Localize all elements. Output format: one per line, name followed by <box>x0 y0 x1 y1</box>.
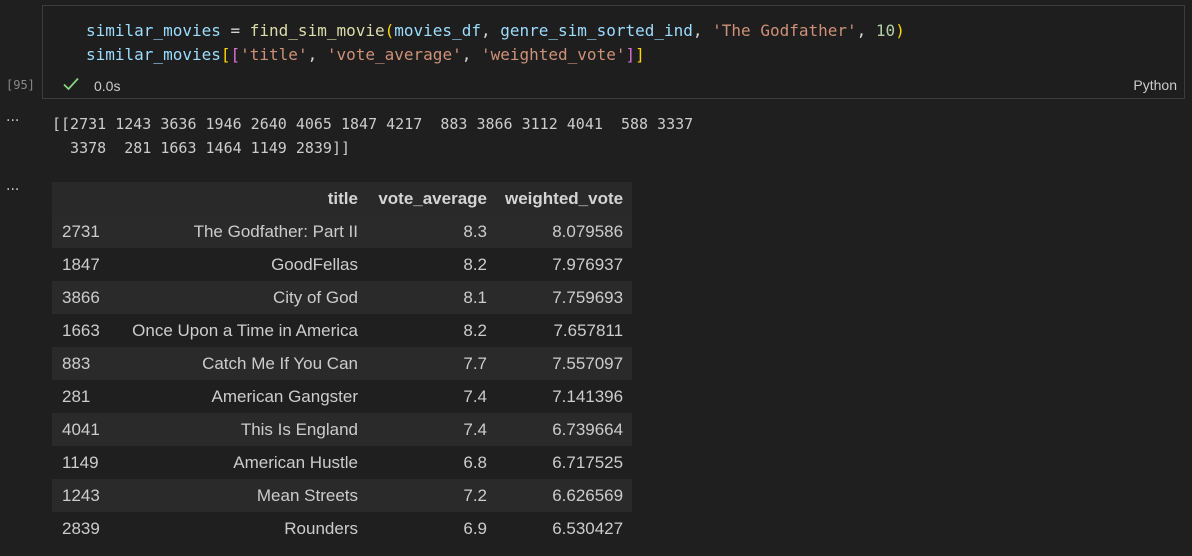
execution-count: [95] <box>6 78 35 92</box>
code-line-2[interactable]: similar_movies[['title', 'vote_average',… <box>86 44 645 66</box>
title-cell: American Gangster <box>211 386 358 406</box>
vote-average-cell: 8.2 <box>463 320 487 340</box>
table-row: 1243 Mean Streets 7.2 6.626569 <box>52 479 633 512</box>
code-token: genre_sim_sorted_ind <box>500 21 693 40</box>
code-token: similar_movies <box>86 21 221 40</box>
row-index: 1847 <box>62 254 100 274</box>
title-cell: GoodFellas <box>271 254 358 274</box>
weighted-vote-cell: 6.626569 <box>552 485 624 505</box>
weighted-vote-cell: 6.717525 <box>552 452 624 472</box>
title-cell: Catch Me If You Can <box>202 353 358 373</box>
row-index: 281 <box>62 386 91 406</box>
table-row: 3866 City of God 8.1 7.759693 <box>52 281 633 314</box>
table-row: 2839 Rounders 6.9 6.530427 <box>52 512 633 545</box>
title-cell: Once Upon a Time in America <box>132 320 358 340</box>
row-index: 4041 <box>62 419 100 439</box>
title-cell: American Hustle <box>233 452 358 472</box>
title-cell: The Godfather: Part II <box>193 221 358 241</box>
code-token: [ <box>230 45 241 64</box>
table-row: 1847 GoodFellas 8.2 7.976937 <box>52 248 633 281</box>
code-token: find_sim_movie <box>249 21 385 40</box>
table-row: 1149 American Hustle 6.8 6.717525 <box>52 446 633 479</box>
code-token: , <box>307 45 327 64</box>
table-row: 4041 This Is England 7.4 6.739664 <box>52 413 633 446</box>
table-row: 1663 Once Upon a Time in America 8.2 7.6578… <box>52 314 633 347</box>
weighted-vote-cell: 7.557097 <box>552 353 624 373</box>
row-index: 1149 <box>62 452 99 472</box>
output-menu-icon[interactable]: ··· <box>6 114 24 128</box>
code-token: 'weighted_vote' <box>480 45 626 64</box>
row-index: 1243 <box>62 485 100 505</box>
table-row: 2731 The Godfather: Part II 8.3 8.079586 <box>52 215 633 248</box>
row-index: 2839 <box>62 518 100 538</box>
code-token: ( <box>384 21 395 40</box>
weighted-vote-cell: 6.739664 <box>552 419 624 439</box>
code-token: 'title' <box>240 45 308 64</box>
column-header: weighted_vote <box>496 182 633 215</box>
output-menu-icon[interactable]: ··· <box>6 183 24 197</box>
code-line-1[interactable]: similar_movies = find_sim_movie(movies_d… <box>86 20 905 42</box>
title-cell: This Is England <box>240 419 358 439</box>
vote-average-cell: 7.7 <box>463 353 487 373</box>
code-token: movies_df <box>394 21 481 40</box>
code-token: , <box>692 21 713 40</box>
title-cell: Rounders <box>284 518 358 538</box>
code-token: , <box>480 21 501 40</box>
weighted-vote-cell: 7.976937 <box>552 254 624 274</box>
code-token: [ <box>220 45 231 64</box>
table-row: 281 American Gangster 7.4 7.141396 <box>52 380 633 413</box>
title-cell: Mean Streets <box>256 485 358 505</box>
weighted-vote-cell: 6.530427 <box>552 518 624 538</box>
column-header <box>52 182 118 215</box>
check-icon <box>63 77 79 91</box>
code-token: ] <box>635 45 645 64</box>
vote-average-cell: 6.9 <box>463 518 487 538</box>
title-cell: City of God <box>272 287 358 307</box>
code-token: similar_movies <box>86 45 221 64</box>
vote-average-cell: 7.2 <box>463 485 487 505</box>
vote-average-cell: 8.3 <box>463 221 487 241</box>
table-header-row: title vote_average weighted_vote <box>52 182 633 215</box>
language-picker[interactable]: Python <box>1133 77 1177 93</box>
code-token: ) <box>895 21 905 40</box>
weighted-vote-cell: 8.079586 <box>552 221 624 241</box>
vote-average-cell: 6.8 <box>463 452 487 472</box>
code-cell[interactable]: similar_movies = find_sim_movie(movies_d… <box>42 5 1185 99</box>
weighted-vote-cell: 7.657811 <box>553 320 624 340</box>
code-token: ] <box>625 45 636 64</box>
vote-average-cell: 8.2 <box>463 254 487 274</box>
code-token: 'The Godfather' <box>712 21 857 40</box>
stream-output: [[2731 1243 3636 1946 2640 4065 1847 421… <box>52 115 694 157</box>
execution-duration: 0.0s <box>94 78 121 94</box>
code-token: 'vote_average' <box>326 45 462 64</box>
code-token: 10 <box>875 21 896 40</box>
row-index: 2731 <box>62 221 100 241</box>
dataframe-table: title vote_average weighted_vote 2731 The… <box>52 182 633 545</box>
row-index: 3866 <box>62 287 100 307</box>
code-token: = <box>220 21 250 40</box>
column-header: vote_average <box>367 182 496 215</box>
table-body: 2731 The Godfather: Part II 8.3 8.079586 184… <box>52 215 633 545</box>
row-index: 1663 <box>62 320 100 340</box>
column-header: title <box>118 182 367 215</box>
vote-average-cell: 7.4 <box>463 419 487 439</box>
weighted-vote-cell: 7.759693 <box>552 287 624 307</box>
code-token: , <box>461 45 481 64</box>
code-token: , <box>856 21 876 40</box>
vote-average-cell: 7.4 <box>463 386 487 406</box>
weighted-vote-cell: 7.141396 <box>552 386 624 406</box>
vote-average-cell: 8.1 <box>463 287 487 307</box>
row-index: 883 <box>62 353 91 373</box>
table-row: 883 Catch Me If You Can 7.7 7.557097 <box>52 347 633 380</box>
